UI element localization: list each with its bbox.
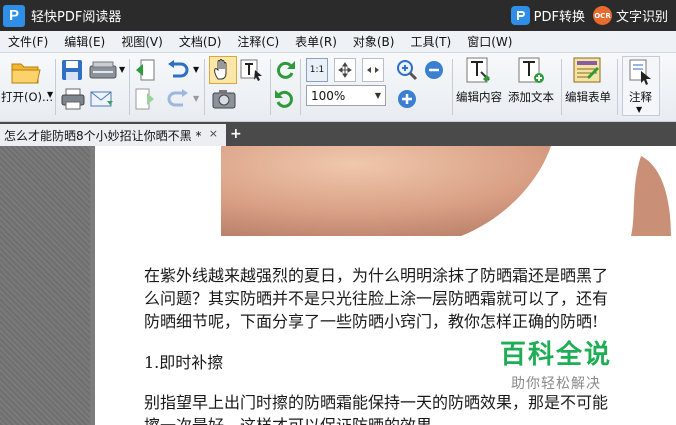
ocr-icon: OCR: [592, 6, 612, 25]
skin-photo: [221, 146, 676, 236]
edit-content-label[interactable]: 编辑内容: [456, 89, 502, 105]
open-dropdown-icon[interactable]: ▼: [47, 90, 53, 99]
paragraph-line-5: 擦一次最好，这样才可以保证防晒的效果。: [144, 412, 448, 425]
pdf-convert-label: PDF转换: [533, 10, 585, 25]
open-folder-icon[interactable]: [9, 57, 43, 87]
add-text-icon[interactable]: [516, 56, 546, 86]
scanner-icon[interactable]: [88, 58, 118, 82]
save-icon[interactable]: [60, 58, 84, 82]
menu-object[interactable]: 对象(B): [345, 31, 403, 53]
email-icon[interactable]: [89, 87, 115, 111]
actual-size-icon[interactable]: 1:1: [306, 58, 328, 82]
rotate-counterclockwise-icon[interactable]: [273, 87, 297, 111]
previous-page-icon[interactable]: [134, 58, 156, 82]
document-tab-title: 怎么才能防晒8个小妙招让你晒不黑 *: [4, 128, 202, 143]
new-tab-icon[interactable]: +: [230, 127, 242, 141]
fit-page-icon[interactable]: [334, 58, 356, 82]
paragraph-line-3: 防晒细节呢，下面分享了一些防晒小窍门，教你怎样正确的防晒!: [144, 312, 599, 331]
watermark-title: 百科全说: [500, 340, 613, 370]
add-text-label[interactable]: 添加文本: [508, 89, 554, 105]
section-heading-1: 1.即时补擦: [144, 353, 224, 372]
toolbar: 打开(O)... ▼ ▼ ▼ ▼ 1:1 100% ▼ 编辑内容 添加文本 编辑…: [0, 53, 676, 122]
app-title: 轻快PDF阅读器: [31, 10, 122, 25]
menu-window[interactable]: 窗口(W): [459, 31, 520, 53]
zoom-plus-icon[interactable]: [395, 87, 419, 111]
close-tab-icon[interactable]: ×: [209, 127, 218, 140]
zoom-value: 100%: [311, 88, 346, 103]
next-page-icon[interactable]: [134, 87, 156, 111]
redo-dropdown-icon[interactable]: ▼: [193, 94, 199, 103]
menu-edit[interactable]: 编辑(E): [56, 31, 113, 53]
watermark-subtitle: 助你轻松解决: [511, 376, 601, 392]
fit-width-icon[interactable]: [362, 58, 384, 82]
paragraph-line-2: 么问题？其实防晒并不是只光往脸上涂一层防晒霜就可以了，还有: [144, 289, 609, 308]
rotate-clockwise-icon[interactable]: [273, 58, 297, 82]
open-button-label[interactable]: 打开(O)...: [1, 89, 53, 105]
menu-view[interactable]: 视图(V): [113, 31, 171, 53]
zoom-in-icon[interactable]: [395, 58, 419, 82]
pdf-convert-button[interactable]: PDF转换: [510, 6, 585, 25]
scanner-dropdown-icon[interactable]: ▼: [119, 65, 125, 74]
watermark: 百科全说 助你轻松解决: [500, 334, 612, 393]
annotate-label[interactable]: 注释: [629, 89, 652, 105]
zoom-dropdown-icon[interactable]: ▼: [375, 91, 381, 100]
side-panel: [0, 146, 90, 425]
menu-form[interactable]: 表单(R): [287, 31, 345, 53]
snapshot-icon[interactable]: [211, 87, 237, 111]
ocr-label: 文字识别: [615, 10, 668, 25]
menu-bar: 文件(F) 编辑(E) 视图(V) 文档(D) 注释(C) 表单(R) 对象(B…: [0, 31, 676, 53]
zoom-select[interactable]: 100% ▼: [306, 85, 386, 106]
redo-icon[interactable]: [166, 87, 190, 111]
paragraph-line-1: 在紫外线越来越强烈的夏日，为什么明明涂抹了防晒霜还是晒黑了: [144, 266, 609, 285]
app-logo-icon: P: [3, 4, 25, 27]
pdf-convert-icon: [510, 6, 530, 25]
tab-bar: 怎么才能防晒8个小妙招让你晒不黑 * × +: [0, 122, 676, 146]
annotate-dropdown-icon[interactable]: ▼: [636, 105, 642, 114]
menu-comment[interactable]: 注释(C): [229, 31, 287, 53]
hand-tool-icon[interactable]: [209, 56, 237, 84]
edit-form-icon[interactable]: [572, 56, 602, 86]
title-bar: P 轻快PDF阅读器 PDF转换 OCR 文字识别: [0, 0, 676, 31]
undo-dropdown-icon[interactable]: ▼: [193, 65, 199, 74]
edit-form-label[interactable]: 编辑表单: [565, 89, 611, 105]
select-text-icon[interactable]: [240, 58, 264, 82]
zoom-out-icon[interactable]: [422, 58, 446, 82]
document-tab[interactable]: 怎么才能防晒8个小妙招让你晒不黑 * ×: [0, 124, 226, 146]
menu-tools[interactable]: 工具(T): [402, 31, 459, 53]
ocr-button[interactable]: OCR 文字识别: [592, 6, 668, 25]
print-icon[interactable]: [60, 87, 86, 111]
edit-content-icon[interactable]: [464, 56, 494, 86]
undo-icon[interactable]: [166, 58, 190, 82]
annotate-icon[interactable]: [628, 59, 654, 85]
menu-file[interactable]: 文件(F): [0, 31, 56, 53]
menu-document[interactable]: 文档(D): [171, 31, 230, 53]
